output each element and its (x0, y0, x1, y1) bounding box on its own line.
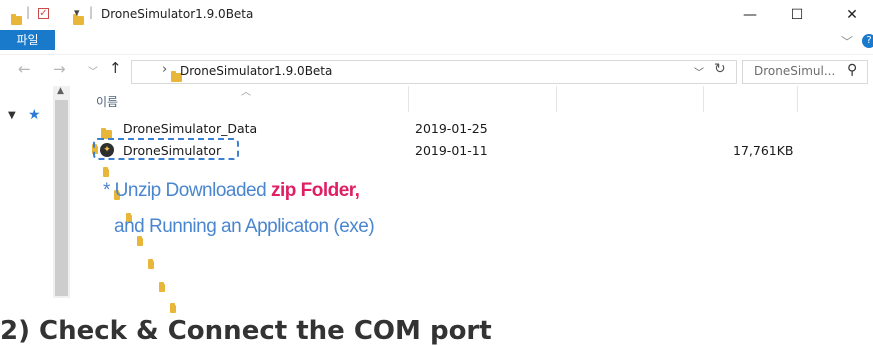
scroll-up-icon[interactable]: ▲ (57, 86, 64, 96)
recent-locations-button[interactable]: ﹀ (88, 63, 98, 78)
annotation-highlight: zip Folder, (270, 180, 360, 201)
column-divider[interactable] (556, 86, 557, 112)
qat-divider: | (26, 5, 31, 19)
search-input[interactable]: DroneSimul... (754, 64, 835, 78)
refresh-icon[interactable]: ↻ (714, 61, 726, 77)
search-icon[interactable]: ⚲ (847, 62, 857, 78)
nav-folder-icon[interactable] (103, 167, 110, 177)
file-row[interactable]: DroneSimulator_Data 2019-01-25 (96, 119, 816, 139)
maximize-button[interactable]: ☐ (774, 2, 820, 28)
chevron-down-icon[interactable]: ▼ (8, 110, 16, 121)
nav-folder-icon[interactable] (169, 303, 176, 313)
column-divider[interactable] (703, 86, 704, 112)
sort-indicator-icon: ︿ (241, 87, 251, 98)
qat-dropdown-icon[interactable]: ▾ (74, 6, 80, 19)
file-name[interactable]: DroneSimulator_Data (123, 121, 257, 136)
window-title: DroneSimulator1.9.0Beta (101, 7, 254, 21)
nav-scrollbar-thumb[interactable] (55, 100, 68, 296)
file-size: 17,761KB (733, 143, 794, 158)
column-divider[interactable] (408, 86, 409, 112)
annotation-text: * Unzip Downloaded (103, 180, 271, 201)
up-button[interactable]: ↑ (109, 59, 122, 77)
forward-button[interactable]: → (53, 60, 66, 78)
nav-folder-icon[interactable] (147, 259, 154, 269)
back-button[interactable]: ← (18, 60, 31, 78)
annotation-line-2: and Running an Applicaton (exe) (114, 216, 375, 237)
file-date: 2019-01-11 (415, 143, 488, 158)
column-divider[interactable] (797, 86, 798, 112)
tab-file[interactable]: 파일 (0, 30, 55, 50)
minimize-button[interactable]: — (727, 2, 773, 28)
ribbon-expand-icon[interactable]: ﹀ (841, 33, 853, 50)
quick-access-star-icon[interactable]: ★ (28, 107, 41, 123)
highlight-box (93, 138, 239, 160)
nav-folder-icon[interactable] (136, 236, 143, 246)
breadcrumb-path[interactable]: DroneSimulator1.9.0Beta (180, 64, 332, 78)
section-heading: 2) Check & Connect the COM port (0, 316, 492, 346)
properties-icon[interactable]: ✓ (38, 8, 49, 19)
nav-folder-icon[interactable] (158, 282, 165, 292)
breadcrumb-separator-icon[interactable]: › (162, 62, 167, 77)
annotation-line-1: * Unzip Downloaded zip Folder, (103, 180, 360, 202)
title-divider: | (89, 5, 94, 19)
help-icon[interactable]: ? (862, 34, 873, 48)
close-button[interactable]: ✕ (829, 2, 873, 28)
ribbon (0, 30, 873, 55)
search-box[interactable]: DroneSimul... ⚲ (742, 60, 868, 84)
column-header-name[interactable]: 이름 (96, 93, 118, 110)
folder-icon (11, 14, 22, 25)
address-dropdown-icon[interactable]: ﹀ (694, 64, 704, 79)
file-date: 2019-01-25 (415, 121, 488, 136)
